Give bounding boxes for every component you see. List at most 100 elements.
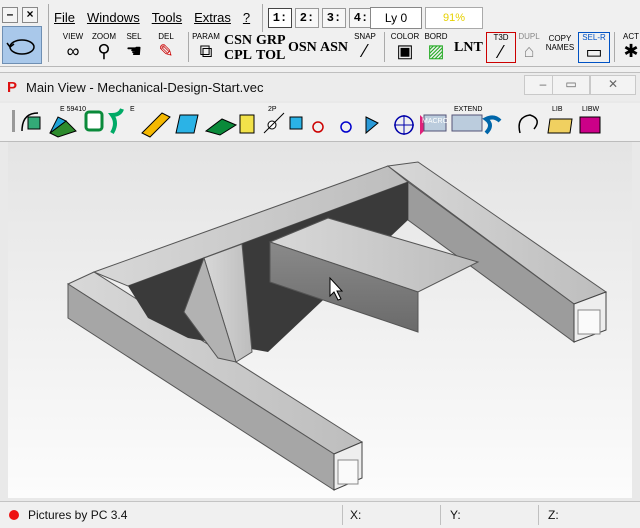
app-logo: P: [7, 79, 18, 96]
status-divider: [342, 505, 343, 525]
status-divider: [440, 505, 441, 525]
status-divider: [538, 505, 539, 525]
menu-windows[interactable]: Windows: [87, 10, 140, 25]
macro-label: MACRO: [422, 118, 449, 125]
delete-label: DEL: [158, 32, 174, 41]
box-icon: [84, 110, 104, 132]
copy-label: COPY: [548, 34, 572, 43]
dupl-label: DUPL: [518, 32, 540, 41]
status-bar: Pictures by PC 3.4 X: Y: Z:: [0, 501, 640, 528]
rotate-icon: [6, 39, 35, 55]
separator: [48, 4, 49, 62]
glasses-icon: ∞: [66, 41, 80, 61]
menu-extras[interactable]: Extras: [194, 10, 231, 25]
border-label: BORD: [424, 32, 448, 41]
color-label: COLOR: [390, 32, 420, 41]
e-label: E: [130, 106, 135, 113]
delete-icon: ✎: [158, 41, 174, 61]
mirror-icon: [365, 116, 379, 135]
sweep-icon: [108, 108, 124, 135]
point-icon: [312, 121, 324, 133]
cylinder-icon: [239, 114, 255, 134]
status-x: X:: [350, 508, 362, 522]
act-icon: ✱: [623, 41, 639, 61]
main-toolbar-area: – × File Windows Tools Extras ? 1: 2: 3:…: [0, 0, 640, 67]
zoom-label: ZOOM: [92, 32, 116, 41]
dupl-icon: ⌂: [523, 41, 535, 61]
snap-label: SNAP: [354, 32, 376, 41]
rotate-view-button[interactable]: [2, 26, 42, 64]
magnifier-icon: ⚲: [97, 41, 111, 61]
color-tool-button[interactable]: COLOR ▣: [390, 32, 420, 61]
grp-button[interactable]: GRP: [256, 33, 286, 48]
viewport-canvas[interactable]: [8, 142, 632, 498]
act-tool-button[interactable]: ACT ✱: [622, 32, 640, 61]
window-close-button[interactable]: ✕: [590, 75, 636, 95]
window-control-area: – ×: [2, 4, 42, 64]
3d-model: [66, 161, 608, 491]
view-3-button[interactable]: 3:: [322, 8, 346, 28]
rotate-3d-icon: [21, 112, 41, 132]
sliders-icon: ⧉: [199, 41, 213, 61]
separator: [384, 32, 385, 62]
separator: [614, 32, 615, 62]
menu-tools[interactable]: Tools: [152, 10, 182, 25]
lnt-button[interactable]: LNT: [454, 40, 483, 55]
axis-icon: [340, 121, 352, 133]
select-label: SEL: [126, 32, 142, 41]
sel-r-icon: ▭: [585, 42, 603, 62]
csn-button[interactable]: CSN: [224, 33, 252, 48]
separator: [262, 4, 263, 32]
dupl-tool-button[interactable]: DUPL ⌂: [516, 32, 542, 61]
view-1-button[interactable]: 1:: [268, 8, 292, 28]
hand-icon: ☚: [125, 41, 143, 61]
status-z: Z:: [548, 508, 559, 522]
border-tool-button[interactable]: BORD ▨: [422, 32, 450, 61]
osn-button[interactable]: OSN: [288, 40, 317, 55]
window-titlebar: P Main View - Mechanical-Design-Start.ve…: [0, 73, 640, 101]
lasso-icon: [518, 114, 538, 134]
view-2-button[interactable]: 2:: [295, 8, 319, 28]
param-tool-button[interactable]: PARAM ⧉: [192, 32, 220, 61]
zoom-tool-button[interactable]: ZOOM ⚲: [90, 32, 118, 61]
status-indicator-icon: [9, 510, 19, 520]
twop-label: 2P: [268, 106, 277, 113]
sel-r-button[interactable]: SEL-R ▭: [578, 32, 610, 63]
layer-selector[interactable]: Ly 0: [370, 7, 422, 29]
menu-file[interactable]: File: [54, 10, 75, 25]
main-view-window: P Main View - Mechanical-Design-Start.ve…: [0, 72, 640, 528]
plane-icon: [204, 118, 238, 136]
t3d-label: T3D: [493, 33, 509, 42]
tol-button[interactable]: TOL: [256, 48, 285, 63]
status-y: Y:: [450, 508, 461, 522]
param-label: PARAM: [192, 32, 220, 41]
sel-r-label: SEL-R: [582, 33, 606, 42]
snap-tool-button[interactable]: SNAP ⁄: [352, 32, 378, 61]
view-number-group: 1: 2: 3: 4:: [268, 8, 373, 28]
hatch-icon: ▨: [427, 41, 445, 61]
close-icon[interactable]: ×: [22, 7, 38, 23]
status-app-name: Pictures by PC 3.4: [28, 508, 128, 522]
asn-button[interactable]: ASN: [320, 40, 348, 55]
snap-icon: ⁄: [363, 41, 367, 61]
separator: [188, 32, 189, 62]
e59410-label: E 59410: [60, 106, 87, 113]
zoom-display: 91%: [425, 7, 483, 29]
snake-icon: [482, 115, 502, 135]
libw-label: LIBW: [582, 106, 600, 113]
act-label: ACT: [623, 32, 639, 41]
select-tool-button[interactable]: SEL ☚: [120, 32, 148, 61]
delete-tool-button[interactable]: DEL ✎: [152, 32, 180, 61]
minimize-icon[interactable]: –: [2, 7, 18, 23]
window-title: Main View - Mechanical-Design-Start.vec: [26, 80, 264, 95]
color-icon: ▣: [396, 41, 414, 61]
view-tool-button[interactable]: VIEW ∞: [60, 32, 86, 61]
prism-icon: [175, 114, 199, 134]
names-label: NAMES: [545, 43, 575, 52]
cpl-button[interactable]: CPL: [224, 48, 252, 63]
copy-names-button[interactable]: COPY NAMES: [544, 34, 576, 52]
window-maximize-button[interactable]: ▭: [552, 75, 590, 95]
view-label: VIEW: [62, 32, 84, 41]
t3d-tool-button[interactable]: T3D ⁄: [486, 32, 516, 63]
menu-help[interactable]: ?: [243, 10, 250, 25]
